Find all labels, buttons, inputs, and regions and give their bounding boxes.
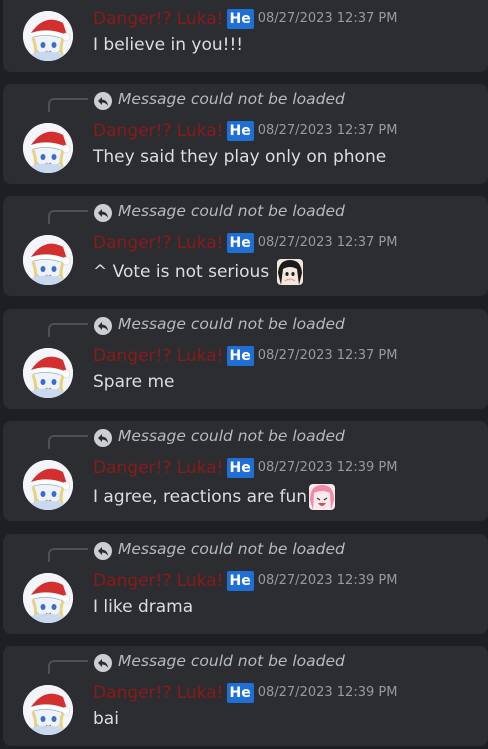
message-header: Danger!? Luka! He 08/27/2023 12:37 PM	[93, 120, 397, 144]
reply-arrow-icon	[94, 654, 112, 672]
timestamp: 08/27/2023 12:37 PM	[257, 235, 398, 250]
timestamp: 08/27/2023 12:37 PM	[257, 123, 398, 138]
username[interactable]: Danger!? Luka!	[93, 9, 224, 29]
reply-preview[interactable]: Message could not be loaded	[3, 534, 483, 564]
username[interactable]: Danger!? Luka!	[93, 683, 224, 703]
reply-connector-line	[48, 323, 88, 337]
reply-arrow-icon	[94, 429, 112, 447]
username[interactable]: Danger!? Luka!	[93, 458, 224, 478]
message-item[interactable]: Message could not be loaded Danger!? Luk…	[3, 646, 488, 746]
avatar[interactable]	[23, 348, 73, 398]
message-content: I like drama	[93, 597, 193, 617]
message-text: They said they play only on phone	[93, 147, 387, 167]
reply-preview[interactable]: Message could not be loaded	[3, 196, 483, 226]
reply-arrow-icon	[94, 204, 112, 222]
reply-arrow-icon	[94, 542, 112, 560]
reply-connector-line	[48, 548, 88, 562]
role-tag[interactable]: He	[226, 457, 254, 478]
message-header: Danger!? Luka! He 08/27/2023 12:39 PM	[93, 457, 397, 481]
reply-connector-line	[48, 98, 88, 112]
username[interactable]: Danger!? Luka!	[93, 346, 224, 366]
message-content: I agree, reactions are fun	[93, 484, 336, 510]
message-header: Danger!? Luka! He 08/27/2023 12:37 PM	[93, 345, 397, 369]
role-tag[interactable]: He	[226, 120, 254, 141]
message-content: They said they play only on phone	[93, 147, 386, 167]
message-content: bai	[93, 709, 119, 729]
message-item[interactable]: Message could not be loaded Danger!? Luk…	[3, 309, 488, 409]
reply-text: Message could not be loaded	[118, 652, 345, 670]
message-text: I believe in you!!!	[93, 35, 244, 55]
message-header: Danger!? Luka! He 08/27/2023 12:39 PM	[93, 570, 397, 594]
avatar[interactable]	[23, 123, 73, 173]
message-header: Danger!? Luka! He 08/27/2023 12:39 PM	[93, 682, 397, 706]
avatar[interactable]	[23, 685, 73, 735]
timestamp: 08/27/2023 12:39 PM	[257, 460, 398, 475]
message-item[interactable]: Message could not be loaded Danger!? Luk…	[3, 196, 488, 296]
reply-text: Message could not be loaded	[118, 315, 345, 333]
timestamp: 08/27/2023 12:37 PM	[257, 348, 398, 363]
reply-text: Message could not be loaded	[118, 427, 345, 445]
reply-text: Message could not be loaded	[118, 540, 345, 558]
pink-hair-anime-emoji[interactable]	[309, 484, 336, 510]
timestamp: 08/27/2023 12:39 PM	[257, 573, 398, 588]
reply-connector-line	[48, 660, 88, 674]
avatar[interactable]	[23, 573, 73, 623]
message-item[interactable]: Message could not be loaded Danger!? Luk…	[3, 84, 488, 184]
reply-preview[interactable]: Message could not be loaded	[3, 646, 483, 676]
message-header: Danger!? Luka! He 08/27/2023 12:37 PM	[93, 8, 397, 32]
role-tag[interactable]: He	[226, 570, 254, 591]
reply-text: Message could not be loaded	[118, 202, 345, 220]
reply-connector-line	[48, 210, 88, 224]
message-text: I agree, reactions are fun	[93, 487, 308, 507]
avatar[interactable]	[23, 11, 73, 61]
role-tag[interactable]: He	[226, 232, 254, 253]
reply-preview[interactable]: Message could not be loaded	[3, 84, 483, 114]
dark-hair-anime-emoji[interactable]	[276, 259, 303, 285]
role-tag[interactable]: He	[226, 682, 254, 703]
username[interactable]: Danger!? Luka!	[93, 571, 224, 591]
timestamp: 08/27/2023 12:37 PM	[257, 11, 398, 26]
message-item[interactable]: Message could not be loaded Danger!? Luk…	[3, 421, 488, 521]
message-text: Spare me	[93, 372, 175, 392]
message-text: I like drama	[93, 597, 194, 617]
avatar[interactable]	[23, 460, 73, 510]
role-tag[interactable]: He	[226, 8, 254, 29]
message-content: Spare me	[93, 372, 175, 392]
role-tag[interactable]: He	[226, 345, 254, 366]
reply-arrow-icon	[94, 317, 112, 335]
username[interactable]: Danger!? Luka!	[93, 121, 224, 141]
message-text: ^ Vote is not serious	[93, 262, 275, 282]
reply-text: Message could not be loaded	[118, 90, 345, 108]
reply-preview[interactable]: Message could not be loaded	[3, 309, 483, 339]
avatar[interactable]	[23, 235, 73, 285]
message-content: I believe in you!!!	[93, 35, 243, 55]
message-content: ^ Vote is not serious	[93, 259, 303, 285]
reply-arrow-icon	[94, 92, 112, 110]
message-item[interactable]: Danger!? Luka! He 08/27/2023 12:37 PM I be…	[3, 0, 488, 72]
username[interactable]: Danger!? Luka!	[93, 233, 224, 253]
reply-preview[interactable]: Message could not be loaded	[3, 421, 483, 451]
timestamp: 08/27/2023 12:39 PM	[257, 685, 398, 700]
message-header: Danger!? Luka! He 08/27/2023 12:37 PM	[93, 232, 397, 256]
message-item[interactable]: Message could not be loaded Danger!? Luk…	[3, 534, 488, 634]
message-text: bai	[93, 709, 119, 729]
reply-connector-line	[48, 435, 88, 449]
